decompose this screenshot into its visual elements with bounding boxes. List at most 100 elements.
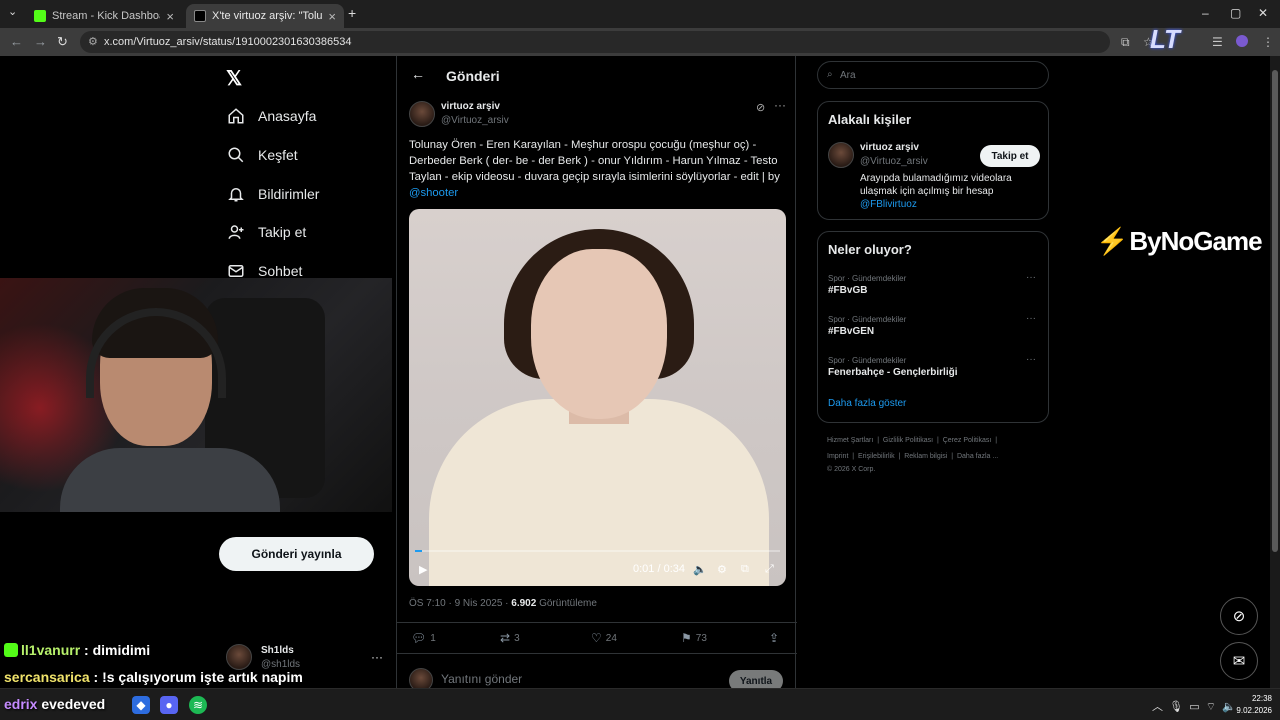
play-icon[interactable]: ▶ xyxy=(419,563,427,576)
related-avatar[interactable] xyxy=(828,142,854,168)
profile-avatar[interactable] xyxy=(1236,35,1248,47)
chrome-menu-icon[interactable]: ⋮ xyxy=(1262,35,1274,49)
repost-action[interactable]: ⇄ 3 xyxy=(500,631,520,645)
maximize-icon[interactable]: ▢ xyxy=(1230,6,1241,20)
trend-item[interactable]: Fenerbahçe - Gençlerbirliği xyxy=(828,367,957,378)
video-player[interactable]: ▶ 0:01 / 0:34 🔈 ⚙ ⧉ ⤢ xyxy=(409,209,786,586)
tab-title: Stream - Kick Dashboard xyxy=(52,10,160,22)
tab-search-icon[interactable]: ⌄ xyxy=(8,5,17,18)
post-body: Tolunay Ören - Eren Karayılan - Meşhur o… xyxy=(409,139,780,183)
cast-icon[interactable]: ⧉ xyxy=(1121,35,1130,50)
close-tab-icon[interactable]: × xyxy=(328,9,336,24)
footer-link[interactable]: Hizmet Şartları xyxy=(827,437,873,444)
app-icon-1[interactable]: ◆ xyxy=(132,696,150,714)
nav-item-explore[interactable]: Keşfet xyxy=(226,141,298,169)
x-logo-icon[interactable]: 𝕏 xyxy=(226,66,242,91)
footer-sep: | xyxy=(936,437,939,444)
chat-text: : dimidimi xyxy=(80,642,151,658)
chat-message: ll1vanurr : dimidimi xyxy=(4,642,150,658)
more-icon[interactable]: ··· xyxy=(1026,313,1036,324)
spotify-icon[interactable]: ≋ xyxy=(189,696,207,714)
bookmark-action[interactable]: ⚑ 73 xyxy=(681,631,707,645)
volume-icon[interactable]: 🔈 xyxy=(693,563,707,576)
more-icon[interactable]: ··· xyxy=(1026,354,1036,365)
discord-icon[interactable]: ● xyxy=(160,696,178,714)
new-tab-button[interactable]: + xyxy=(348,5,356,21)
trend-item[interactable]: #FBvGB xyxy=(828,285,867,296)
related-handle: @Virtuoz_arsiv xyxy=(860,156,928,167)
nav-item-notifications[interactable]: Bildirimler xyxy=(226,180,319,208)
bell-icon xyxy=(226,184,246,204)
back-icon[interactable]: ← xyxy=(10,34,23,49)
follow-button[interactable]: Takip et xyxy=(980,145,1040,167)
show-more-link[interactable]: Daha fazla göster xyxy=(828,398,906,409)
bio-mention[interactable]: @FBlivirtuoz xyxy=(860,199,917,210)
address-bar[interactable]: ⚙ x.com/Virtuoz_arsiv/status/19100023016… xyxy=(80,31,1110,53)
video-progress-bar[interactable] xyxy=(415,550,780,552)
back-arrow-icon[interactable]: ← xyxy=(411,66,425,82)
settings-icon[interactable]: ⚙ xyxy=(717,563,727,576)
reply-action[interactable]: 💬︎ 1 xyxy=(411,631,436,645)
footer-link[interactable]: Erişilebilirlik xyxy=(858,453,895,460)
clock-time[interactable]: 22:38 xyxy=(1232,694,1272,703)
footer-sep: | xyxy=(995,437,998,444)
nav-item-home[interactable]: Anasayfa xyxy=(226,102,316,130)
messages-float-button[interactable]: ✉ xyxy=(1220,642,1258,680)
post-actions: 💬︎ 1 ⇄ 3 ♡ 24 ⚑ 73 ⇪ xyxy=(397,622,797,654)
trend-category: Spor · Gündemdekiler xyxy=(828,274,907,283)
nav-label: Takip et xyxy=(258,224,307,240)
reload-icon[interactable]: ↻ xyxy=(57,34,68,50)
mention-link[interactable]: @shooter xyxy=(409,187,458,199)
more-icon[interactable]: ··· xyxy=(774,98,786,112)
footer-link[interactable]: Imprint xyxy=(827,453,848,460)
forward-icon[interactable]: → xyxy=(34,34,47,49)
site-info-icon[interactable]: ⚙ xyxy=(88,35,98,48)
account-name[interactable]: Sh1lds xyxy=(261,645,294,656)
reading-list-icon[interactable]: ☰ xyxy=(1212,35,1223,49)
scroll-thumb[interactable] xyxy=(1272,70,1278,552)
card-title: Alakalı kişiler xyxy=(828,112,912,127)
share-icon[interactable]: ⇪ xyxy=(769,631,783,645)
search-input[interactable]: ⌕ Ara xyxy=(817,61,1049,89)
minimize-icon[interactable]: – xyxy=(1202,6,1209,20)
reply-icon: 💬︎ xyxy=(411,631,427,645)
bio-text: Arayıpda bulamadığımız videolara ulaşmak… xyxy=(860,173,1012,197)
x-page: 𝕏 Anasayfa Keşfet Bildirimler Takip et S… xyxy=(0,56,1280,688)
repost-icon: ⇄ xyxy=(500,631,511,645)
reply-button[interactable]: Yanıtla xyxy=(729,670,783,688)
related-name[interactable]: virtuoz arşiv xyxy=(860,142,919,153)
account-avatar[interactable] xyxy=(226,644,252,670)
pip-icon[interactable]: ⧉ xyxy=(741,563,749,576)
tab-kick-dashboard[interactable]: Stream - Kick Dashboard × xyxy=(26,4,182,28)
chat-overlay-bottom: edrix evedeved xyxy=(4,696,105,712)
page-scrollbar[interactable] xyxy=(1270,56,1280,688)
close-window-icon[interactable]: ✕ xyxy=(1258,6,1268,20)
like-action[interactable]: ♡ 24 xyxy=(591,631,617,645)
more-icon[interactable]: ··· xyxy=(1026,272,1036,283)
browser-toolbar: ← → ↻ ⚙ x.com/Virtuoz_arsiv/status/19100… xyxy=(0,28,1280,56)
footer-link[interactable]: Reklam bilgisi xyxy=(904,453,947,460)
footer-link[interactable]: Daha fazla ... xyxy=(957,453,998,460)
trend-item[interactable]: #FBvGEN xyxy=(828,326,874,337)
clock-date[interactable]: 9.02.2026 xyxy=(1222,706,1272,715)
footer-link[interactable]: Gizlilik Politikası xyxy=(883,437,933,444)
author-name[interactable]: virtuoz arşiv xyxy=(441,101,500,112)
reply-input[interactable]: Yanıtını gönder xyxy=(441,672,522,686)
grok-icon[interactable]: ⊘ xyxy=(756,101,765,114)
grok-float-button[interactable]: ⊘ xyxy=(1220,597,1258,635)
nav-item-follow[interactable]: Takip et xyxy=(226,218,306,246)
footer-sep: | xyxy=(877,437,880,444)
tab-x-post[interactable]: X'te virtuoz arşiv: "Tolunay Ören × xyxy=(186,4,344,28)
follow-icon xyxy=(226,222,246,242)
footer-link[interactable]: Çerez Politikası xyxy=(943,437,992,444)
fullscreen-icon[interactable]: ⤢ xyxy=(765,563,774,576)
nav-label: Keşfet xyxy=(258,147,298,163)
author-handle[interactable]: @Virtuoz_arsiv xyxy=(441,115,509,126)
close-tab-icon[interactable]: × xyxy=(166,9,174,24)
author-avatar[interactable] xyxy=(409,101,435,127)
post-timestamp[interactable]: ÖS 7:10 · 9 Nis 2025 · xyxy=(409,598,511,609)
post-button[interactable]: Gönderi yayınla xyxy=(219,537,374,571)
chat-user: sercansarica xyxy=(4,669,90,685)
more-icon[interactable]: ··· xyxy=(371,650,383,664)
search-placeholder: Ara xyxy=(840,69,856,81)
